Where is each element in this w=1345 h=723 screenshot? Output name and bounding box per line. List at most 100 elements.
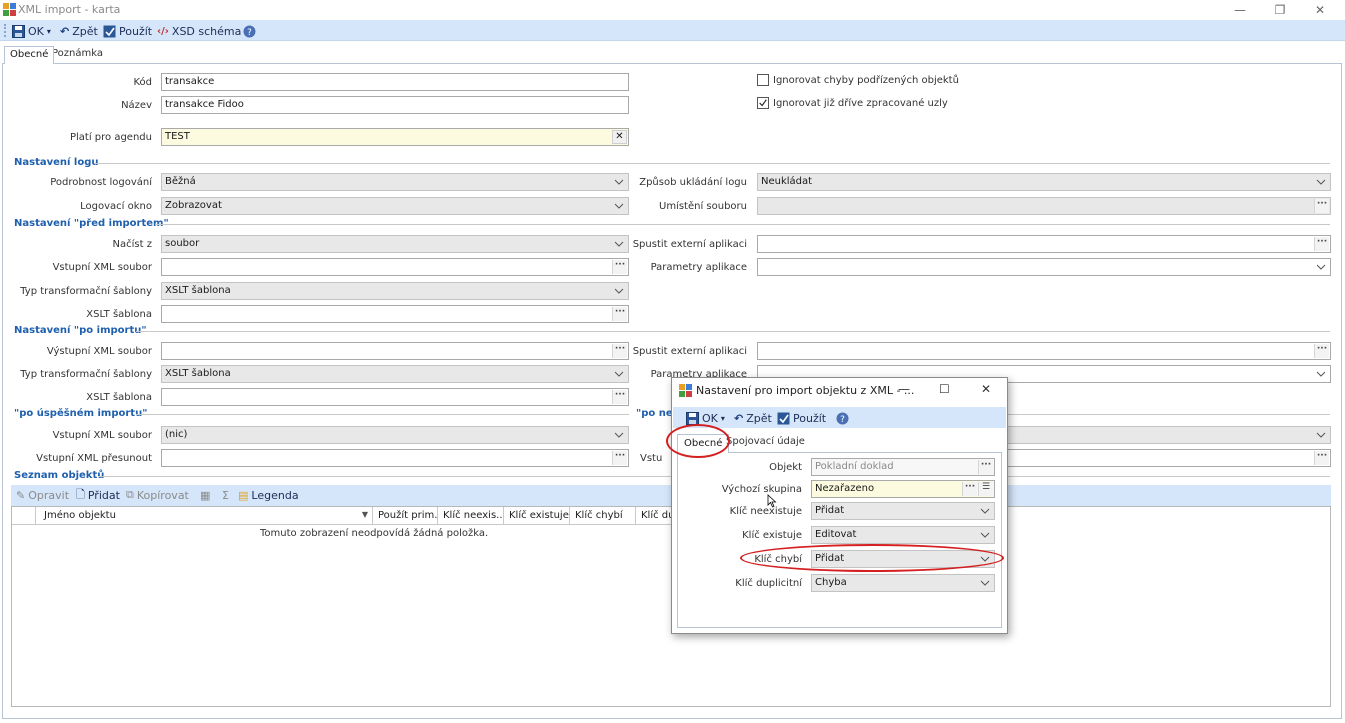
post-xslt-label: XSLT šablona bbox=[86, 392, 152, 403]
ok-dropdown-icon[interactable]: ▾ bbox=[47, 27, 51, 36]
post-import-section-title: Nastavení "po importu" bbox=[14, 325, 147, 336]
dialog-key-duplicate-select[interactable]: Chyba bbox=[811, 574, 995, 592]
grid-settings-button[interactable]: ▦ bbox=[200, 488, 210, 502]
fail-input-label: Vstu bbox=[640, 453, 663, 464]
legend-button[interactable]: ▤ Legenda bbox=[238, 488, 299, 502]
post-output-xml-input[interactable]: ··· bbox=[161, 342, 629, 360]
highlight-ring-key-missing bbox=[740, 544, 1004, 572]
sum-button[interactable]: Σ bbox=[222, 488, 229, 502]
log-file-label: Umístění souboru bbox=[659, 201, 747, 212]
log-window-select[interactable]: Zobrazovat bbox=[161, 197, 629, 215]
grid-empty-message: Tomuto zobrazení neodpovídá žádná položk… bbox=[260, 528, 489, 539]
svg-text:?: ? bbox=[247, 28, 252, 38]
app-icon bbox=[3, 3, 16, 16]
chevron-down-icon bbox=[614, 288, 624, 294]
toolbar-grip[interactable] bbox=[4, 24, 6, 37]
browse-icon[interactable]: ··· bbox=[1314, 451, 1329, 465]
apply-button[interactable]: Použít bbox=[103, 23, 152, 39]
ok-dropdown-icon[interactable]: ▾ bbox=[721, 414, 725, 423]
dialog-close-button[interactable]: ✕ bbox=[981, 382, 991, 396]
browse-icon[interactable]: ··· bbox=[978, 460, 993, 474]
section-divider bbox=[94, 163, 1330, 164]
post-transform-select[interactable]: XSLT šablona bbox=[161, 365, 629, 383]
column-header-key-exists[interactable]: Klíč existuje bbox=[504, 507, 570, 525]
dialog-key-duplicate-label: Klíč duplicitní bbox=[735, 578, 802, 589]
dialog-object-input[interactable]: Pokladní doklad ··· bbox=[811, 458, 995, 476]
dialog-help-button[interactable]: ? bbox=[836, 410, 849, 426]
nazev-input[interactable]: transakce Fidoo bbox=[161, 96, 629, 114]
tab-note[interactable]: Poznámka bbox=[47, 46, 108, 64]
chevron-down-icon bbox=[614, 241, 624, 247]
dialog-default-group-label: Výchozí skupina bbox=[721, 484, 802, 495]
dialog-key-exists-select[interactable]: Editovat bbox=[811, 526, 995, 544]
copy-icon: ⧉ bbox=[126, 488, 134, 501]
copy-button[interactable]: ⧉ Kopírovat bbox=[126, 488, 189, 502]
log-section-title: Nastavení logu bbox=[14, 157, 99, 168]
post-ext-app-input[interactable]: ··· bbox=[757, 342, 1331, 360]
dialog-default-group-input[interactable]: Nezařazeno ··· ☰ bbox=[811, 480, 995, 498]
main-toolbar: OK ▾ ↶ Zpět Použít ‹/› XSD schéma ? bbox=[0, 20, 1345, 41]
load-from-select[interactable]: soubor bbox=[161, 235, 629, 253]
dialog-apply-button[interactable]: Použít bbox=[777, 410, 826, 426]
filter-icon[interactable]: ▼ bbox=[362, 510, 368, 519]
pre-transform-select[interactable]: XSLT šablona bbox=[161, 282, 629, 300]
browse-icon[interactable]: ··· bbox=[1314, 344, 1329, 358]
dialog-object-label: Objekt bbox=[769, 462, 802, 473]
minimize-button[interactable]: — bbox=[1220, 1, 1260, 19]
pre-input-xml-label: Vstupní XML soubor bbox=[52, 262, 152, 273]
maximize-button[interactable]: ❐ bbox=[1260, 1, 1300, 19]
browse-icon[interactable]: ··· bbox=[612, 307, 627, 321]
dialog-back-button[interactable]: ↶ Zpět bbox=[734, 410, 772, 426]
load-from-label: Načíst z bbox=[112, 239, 152, 250]
pre-input-xml-input[interactable]: ··· bbox=[161, 258, 629, 276]
help-button[interactable]: ? bbox=[243, 23, 256, 39]
xsd-schema-button[interactable]: ‹/› XSD schéma bbox=[157, 23, 241, 39]
dialog-key-not-exist-select[interactable]: Přidat bbox=[811, 502, 995, 520]
browse-icon[interactable]: ··· bbox=[1314, 199, 1329, 213]
pre-xslt-input[interactable]: ··· bbox=[161, 305, 629, 323]
post-transform-label: Typ transformační šablony bbox=[20, 369, 152, 380]
column-header-key-duplicate[interactable]: Klíč du bbox=[636, 507, 672, 525]
list-icon[interactable]: ☰ bbox=[978, 482, 993, 496]
kod-input[interactable]: transakce bbox=[161, 73, 629, 91]
agenda-input[interactable]: TEST ✕ bbox=[161, 128, 629, 146]
success-move-input[interactable]: ··· bbox=[161, 449, 629, 467]
log-file-input[interactable]: ··· bbox=[757, 197, 1331, 215]
browse-icon[interactable]: ··· bbox=[612, 451, 627, 465]
apply-icon bbox=[103, 25, 116, 37]
ignore-processed-checkbox[interactable] bbox=[757, 97, 769, 109]
tab-general[interactable]: Obecné bbox=[4, 46, 55, 64]
grid-icon: ▦ bbox=[200, 488, 211, 502]
log-save-select[interactable]: Neukládat bbox=[757, 173, 1331, 191]
column-header-key-not-exists[interactable]: Klíč neexis... bbox=[438, 507, 504, 525]
agenda-label: Platí pro agendu bbox=[69, 132, 152, 143]
pre-ext-app-input[interactable]: ··· bbox=[757, 235, 1331, 253]
column-header-use-primary[interactable]: Použít prim... bbox=[373, 507, 438, 525]
edit-button[interactable]: ✎ Opravit bbox=[16, 488, 69, 502]
ignore-child-errors-checkbox[interactable] bbox=[757, 74, 769, 86]
log-detail-select[interactable]: Běžná bbox=[161, 173, 629, 191]
ignore-processed-label: Ignorovat již dříve zpracované uzly bbox=[773, 98, 948, 109]
section-divider bbox=[155, 224, 1330, 225]
dialog-maximize-button[interactable]: ☐ bbox=[939, 382, 950, 396]
browse-icon[interactable]: ··· bbox=[962, 482, 977, 496]
column-header-key-missing[interactable]: Klíč chybí bbox=[570, 507, 636, 525]
highlight-ring-tab bbox=[666, 424, 730, 458]
browse-icon[interactable]: ··· bbox=[1314, 237, 1329, 251]
pre-app-params-select[interactable] bbox=[757, 258, 1331, 276]
object-import-settings-dialog: Nastavení pro import objektu z XML - ...… bbox=[671, 377, 1008, 634]
close-button[interactable]: ✕ bbox=[1300, 1, 1340, 19]
browse-icon[interactable]: ··· bbox=[612, 260, 627, 274]
browse-icon[interactable]: ··· bbox=[612, 344, 627, 358]
back-button[interactable]: ↶ Zpět bbox=[60, 23, 98, 39]
ok-button[interactable]: OK ▾ bbox=[12, 23, 51, 39]
post-xslt-input[interactable]: ··· bbox=[161, 388, 629, 406]
success-input-xml-select[interactable]: (nic) bbox=[161, 426, 629, 444]
clear-icon[interactable]: ✕ bbox=[612, 130, 627, 144]
add-button[interactable]: 🗋 Přidat bbox=[76, 488, 120, 502]
dialog-tab-linking[interactable]: Spojovací údaje bbox=[726, 436, 805, 447]
save-icon bbox=[686, 411, 699, 425]
column-header-object-name[interactable]: Jméno objektu ▼ bbox=[36, 507, 373, 525]
dialog-minimize-button[interactable]: — bbox=[898, 382, 910, 396]
browse-icon[interactable]: ··· bbox=[612, 390, 627, 404]
